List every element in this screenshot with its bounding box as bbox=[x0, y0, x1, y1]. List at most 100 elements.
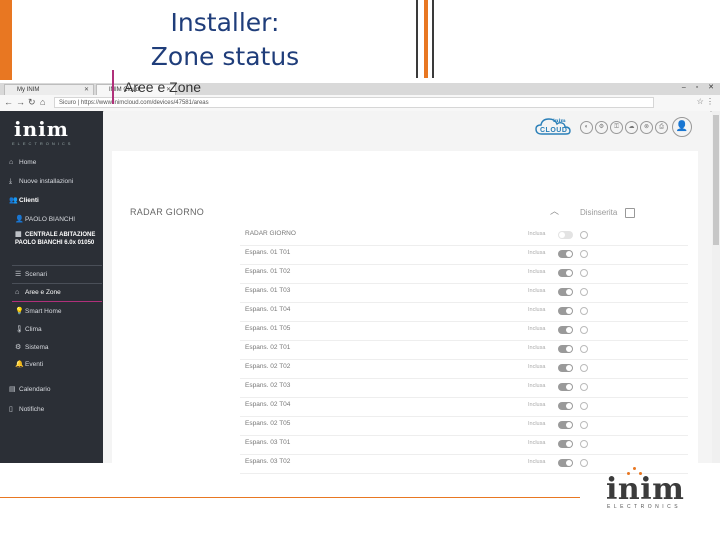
zone-toggle[interactable] bbox=[558, 345, 573, 353]
divider bbox=[432, 0, 434, 78]
sidebar-item-home[interactable]: ⌂ Home bbox=[9, 158, 103, 167]
bell-icon: 🔔 bbox=[15, 361, 24, 368]
zone-info-icon[interactable] bbox=[580, 326, 588, 334]
sidebar-item-label: Home bbox=[19, 159, 37, 166]
sidebar: inim ELECTRONICS ⌂ Home ⤓ Nuove installazi… bbox=[0, 111, 103, 463]
scenario-icon[interactable]: ◐ bbox=[580, 121, 593, 134]
sidebar-item-new-installations[interactable]: ⤓ Nuove installazioni bbox=[9, 177, 103, 186]
page-header: Aree e Zone bbox=[112, 70, 672, 104]
slide-title: Installer: Zone status bbox=[120, 6, 330, 74]
zone-row: Espans. 02 T04 Inclusa bbox=[240, 397, 688, 417]
zone-name: Espans. 02 T03 bbox=[245, 382, 291, 389]
users-icon: 👥 bbox=[9, 197, 18, 204]
print-icon[interactable]: ⎙ bbox=[655, 121, 668, 134]
slide-title-line1: Installer: bbox=[170, 8, 280, 37]
page-title: Aree e Zone bbox=[124, 79, 202, 95]
reload-icon[interactable]: ↻ bbox=[28, 97, 36, 108]
footer-logo: inim bbox=[606, 472, 685, 507]
zone-status: Inclusa bbox=[528, 402, 546, 408]
menu-icon[interactable]: ☆ ⋮ bbox=[697, 97, 714, 106]
cloud-icon[interactable]: ☁ bbox=[625, 121, 638, 134]
help-icon[interactable]: ⊗ bbox=[640, 121, 653, 134]
sidebar-item-system[interactable]: ⚙ Sistema bbox=[15, 343, 109, 352]
sidebar-item-panel[interactable]: ▦ CENTRALE ABITAZIONE PAOLO BIANCHI 6.0x … bbox=[15, 231, 99, 247]
chevron-up-icon[interactable]: ︿ bbox=[550, 204, 559, 217]
window-controls[interactable]: – ▫ ✕ bbox=[682, 83, 718, 91]
zone-row: Espans. 01 T01 Inclusa bbox=[240, 245, 688, 265]
zone-toggle[interactable] bbox=[558, 402, 573, 410]
zone-info-icon[interactable] bbox=[580, 345, 588, 353]
zone-row: Espans. 03 T02 Inclusa bbox=[240, 454, 688, 474]
zone-toggle[interactable] bbox=[558, 307, 573, 315]
zone-toggle[interactable] bbox=[558, 440, 573, 448]
zone-status: Inclusa bbox=[528, 269, 546, 275]
scrollbar-thumb[interactable] bbox=[713, 115, 719, 245]
calendar-icon: ▤ bbox=[9, 386, 16, 393]
forward-icon[interactable]: → bbox=[16, 97, 25, 107]
slide-accent-bar bbox=[0, 0, 12, 80]
back-icon[interactable]: ← bbox=[4, 97, 13, 107]
settings-icon[interactable]: ⚙ bbox=[595, 121, 608, 134]
zone-name: Espans. 01 T05 bbox=[245, 325, 291, 332]
zone-info-icon[interactable] bbox=[580, 440, 588, 448]
user-avatar-icon[interactable]: 👤 bbox=[672, 117, 692, 137]
zone-toggle[interactable] bbox=[558, 231, 573, 239]
sidebar-item-scenarios[interactable]: ☰ Scenari bbox=[15, 270, 109, 279]
zone-status: Inclusa bbox=[528, 307, 546, 313]
zone-status: Inclusa bbox=[528, 288, 546, 294]
zone-toggle[interactable] bbox=[558, 364, 573, 372]
zone-toggle[interactable] bbox=[558, 326, 573, 334]
zone-status: Inclusa bbox=[528, 421, 546, 427]
panel-icon: ▦ bbox=[15, 231, 22, 238]
zone-name: Espans. 01 T04 bbox=[245, 306, 291, 313]
zone-info-icon[interactable] bbox=[580, 307, 588, 315]
sidebar-item-clients[interactable]: 👥Clienti bbox=[9, 196, 103, 205]
sidebar-item-smart-home[interactable]: 💡Smart Home bbox=[15, 307, 109, 316]
zone-info-icon[interactable] bbox=[580, 421, 588, 429]
scrollbar[interactable] bbox=[712, 111, 720, 463]
sidebar-item-notifications[interactable]: ▯ Notifiche bbox=[9, 405, 103, 414]
thermometer-icon: 🌡 bbox=[15, 326, 24, 333]
footer-logo-subtitle: ELECTRONICS bbox=[607, 504, 682, 510]
sidebar-item-label: Notifiche bbox=[19, 406, 45, 413]
zone-toggle[interactable] bbox=[558, 383, 573, 391]
sidebar-item-label: CENTRALE ABITAZIONE PAOLO BIANCHI 6.0x 0… bbox=[15, 232, 96, 246]
zone-status: Inclusa bbox=[528, 440, 546, 446]
zone-toggle[interactable] bbox=[558, 288, 573, 296]
home-icon: ⌂ bbox=[9, 159, 14, 166]
zone-info-icon[interactable] bbox=[580, 364, 588, 372]
gear-icon: ⚙ bbox=[15, 344, 22, 351]
zone-info-icon[interactable] bbox=[580, 383, 588, 391]
sidebar-item-areas-zones[interactable]: ⌂ Aree e Zone bbox=[15, 288, 109, 297]
zone-toggle[interactable] bbox=[558, 250, 573, 258]
zone-row: Espans. 03 T01 Inclusa bbox=[240, 435, 688, 455]
zone-toggle[interactable] bbox=[558, 459, 573, 467]
zone-name: Espans. 02 T04 bbox=[245, 401, 291, 408]
sidebar-item-climate[interactable]: 🌡Clima bbox=[15, 325, 109, 334]
zone-toggle[interactable] bbox=[558, 269, 573, 277]
zone-info-icon[interactable] bbox=[580, 231, 588, 239]
zone-status: Inclusa bbox=[528, 364, 546, 370]
zone-info-icon[interactable] bbox=[580, 250, 588, 258]
zone-info-icon[interactable] bbox=[580, 402, 588, 410]
divider bbox=[12, 265, 102, 266]
home-icon[interactable]: ⌂ bbox=[40, 97, 45, 107]
active-indicator bbox=[12, 301, 102, 302]
lock-icon[interactable]: ⚿ bbox=[610, 121, 623, 134]
zone-info-icon[interactable] bbox=[580, 288, 588, 296]
sidebar-item-label: Calendario bbox=[19, 386, 51, 393]
lock-icon[interactable] bbox=[625, 208, 635, 218]
browser-tab[interactable]: My INIM ✕ bbox=[4, 84, 94, 95]
sidebar-item-client[interactable]: 👤PAOLO BIANCHI bbox=[15, 215, 109, 224]
zone-info-icon[interactable] bbox=[580, 269, 588, 277]
sidebar-item-events[interactable]: 🔔Eventi bbox=[15, 360, 109, 369]
sidebar-item-calendar[interactable]: ▤ Calendario bbox=[9, 385, 103, 394]
zone-toggle[interactable] bbox=[558, 421, 573, 429]
home-icon: ⌂ bbox=[15, 289, 20, 296]
footer-divider bbox=[0, 497, 580, 498]
url-input[interactable]: Sicuro | https://www.inimcloud.com/devic… bbox=[54, 97, 654, 108]
zone-info-icon[interactable] bbox=[580, 459, 588, 467]
area-state: Disinserita bbox=[580, 208, 618, 217]
scenario-icon: ☰ bbox=[15, 271, 22, 278]
zone-status: Inclusa bbox=[528, 383, 546, 389]
